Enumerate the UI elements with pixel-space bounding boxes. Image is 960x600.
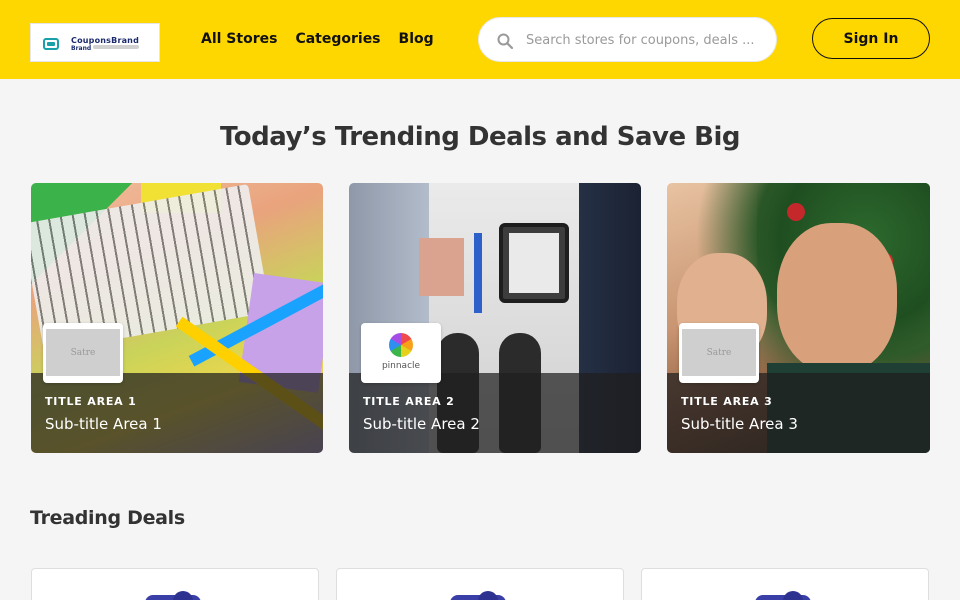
search-icon[interactable] xyxy=(497,33,513,49)
promo-card-2[interactable]: pinnacle TITLE AREA 2 Sub-title Area 2 xyxy=(349,183,641,453)
brand-logo-placeholder: Satre xyxy=(682,329,756,376)
deal-card[interactable] xyxy=(31,568,319,600)
deal-logo-icon xyxy=(450,591,506,600)
wallet-image xyxy=(419,238,464,296)
deal-logo-icon xyxy=(755,591,811,600)
search-bar xyxy=(478,17,777,62)
logo-text: CouponsBrand xyxy=(71,36,140,45)
card-title: TITLE AREA 3 xyxy=(681,395,773,408)
promo-card-1[interactable]: Satre TITLE AREA 1 Sub-title Area 1 xyxy=(31,183,323,453)
deal-logo-icon xyxy=(145,591,201,600)
nav-all-stores[interactable]: All Stores xyxy=(201,31,277,47)
card-overlay xyxy=(31,373,323,453)
card-title: TITLE AREA 1 xyxy=(45,395,137,408)
logo-tagline xyxy=(93,45,139,49)
site-header: CouponsBrand Brand All Stores Categories… xyxy=(0,0,960,79)
tablet-image xyxy=(499,223,569,303)
logo-subtext: Brand xyxy=(71,45,92,52)
card-subtitle: Sub-title Area 2 xyxy=(363,415,480,433)
site-logo[interactable]: CouponsBrand Brand xyxy=(30,23,160,62)
pinnacle-flower-icon xyxy=(389,333,413,357)
page-title: Today’s Trending Deals and Save Big xyxy=(219,122,741,152)
brand-logo-placeholder: Satre xyxy=(46,329,120,376)
nav-categories[interactable]: Categories xyxy=(295,31,380,47)
deal-card[interactable] xyxy=(336,568,624,600)
card-title: TITLE AREA 2 xyxy=(363,395,455,408)
card-subtitle: Sub-title Area 1 xyxy=(45,415,162,433)
brand-logo: pinnacle xyxy=(361,323,441,383)
card-overlay xyxy=(349,373,641,453)
main-nav: All Stores Categories Blog xyxy=(201,31,434,47)
brand-logo: Satre xyxy=(679,323,759,383)
brand-name: pinnacle xyxy=(381,361,421,371)
nav-blog[interactable]: Blog xyxy=(399,31,434,47)
sign-in-button[interactable]: Sign In xyxy=(812,18,930,59)
search-input[interactable] xyxy=(526,29,766,51)
man-image xyxy=(777,223,897,373)
promo-card-3[interactable]: Satre TITLE AREA 3 Sub-title Area 3 xyxy=(667,183,930,453)
deal-card[interactable] xyxy=(641,568,929,600)
section-title: Treading Deals xyxy=(30,507,185,529)
card-overlay xyxy=(667,373,930,453)
logo-mark-icon xyxy=(43,38,59,50)
brand-logo: Satre xyxy=(43,323,123,383)
bauble-image xyxy=(787,203,805,221)
card-subtitle: Sub-title Area 3 xyxy=(681,415,798,433)
watch-image xyxy=(474,233,482,313)
